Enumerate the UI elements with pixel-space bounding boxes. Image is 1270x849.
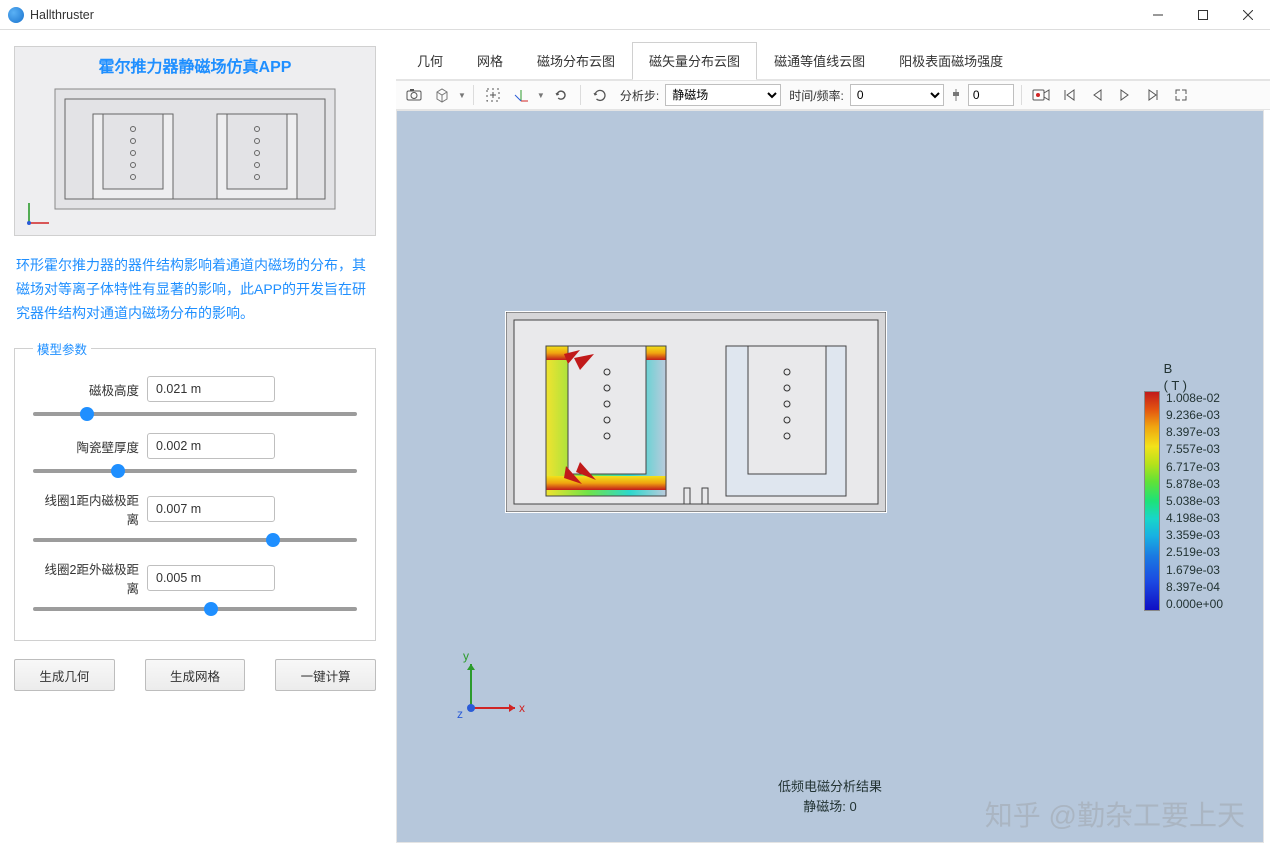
param-input[interactable] bbox=[147, 433, 275, 459]
colorbar bbox=[1144, 391, 1160, 611]
play-icon[interactable] bbox=[1113, 84, 1137, 106]
legend-tick: 9.236e-03 bbox=[1166, 408, 1223, 422]
description-text: 环形霍尔推力器的器件结构影响着通道内磁场的分布，其磁场对等离子体特性有显著的影响… bbox=[16, 254, 374, 325]
param-label: 磁极高度 bbox=[33, 380, 139, 399]
legend-tick: 8.397e-03 bbox=[1166, 425, 1223, 439]
analysis-step-label: 分析步: bbox=[616, 87, 661, 104]
param-slider[interactable] bbox=[33, 607, 357, 611]
axes-triad-icon: x y z bbox=[453, 646, 533, 726]
rotate-axes-icon[interactable] bbox=[509, 84, 533, 106]
params-legend: 模型参数 bbox=[33, 339, 91, 358]
field-plot bbox=[505, 311, 887, 513]
param-label: 陶瓷壁厚度 bbox=[33, 437, 139, 456]
cycle-icon[interactable] bbox=[588, 84, 612, 106]
right-panel: 几何网格磁场分布云图磁矢量分布云图磁通等值线云图阳极表面磁场强度 ▼ ▼ 分析步… bbox=[390, 30, 1270, 849]
param-label: 线圈2距外磁极距离 bbox=[33, 559, 139, 597]
step-first-icon[interactable] bbox=[1057, 84, 1081, 106]
legend-tick: 5.878e-03 bbox=[1166, 477, 1223, 491]
time-freq-select[interactable]: 0 bbox=[850, 84, 944, 106]
viewport-toolbar: ▼ ▼ 分析步: 静磁场 时间/频率: 0 bbox=[396, 80, 1270, 110]
svg-text:z: z bbox=[457, 707, 463, 721]
legend-tick: 1.008e-02 bbox=[1166, 391, 1223, 405]
generate-geometry-button[interactable]: 生成几何 bbox=[14, 659, 115, 691]
generate-mesh-button[interactable]: 生成网格 bbox=[145, 659, 246, 691]
time-freq-label: 时间/频率: bbox=[785, 87, 846, 104]
preview-axes-icon bbox=[23, 199, 53, 229]
fit-view-icon[interactable] bbox=[481, 84, 505, 106]
tab-item[interactable]: 磁矢量分布云图 bbox=[632, 42, 757, 79]
param-input[interactable] bbox=[147, 376, 275, 402]
legend-tick: 6.717e-03 bbox=[1166, 460, 1223, 474]
record-icon[interactable] bbox=[1029, 84, 1053, 106]
model-params-group: 模型参数 磁极高度陶瓷壁厚度线圈1距内磁极距离线圈2距外磁极距离 bbox=[14, 339, 376, 641]
tab-item[interactable]: 磁通等值线云图 bbox=[757, 42, 882, 79]
window-titlebar: Hallthruster bbox=[0, 0, 1270, 30]
window-title: Hallthruster bbox=[30, 8, 94, 22]
param-slider[interactable] bbox=[33, 412, 357, 416]
watermark-text: 知乎 @勤杂工要上天 bbox=[985, 794, 1245, 834]
refresh-icon[interactable] bbox=[549, 84, 573, 106]
camera-icon[interactable] bbox=[402, 84, 426, 106]
tab-item[interactable]: 阳极表面磁场强度 bbox=[882, 42, 1020, 79]
legend-tick: 1.679e-03 bbox=[1166, 563, 1223, 577]
preview-title: 霍尔推力器静磁场仿真APP bbox=[15, 47, 375, 79]
preview-drawing bbox=[45, 79, 345, 219]
legend-tick: 0.000e+00 bbox=[1166, 597, 1223, 611]
app-icon bbox=[8, 7, 24, 23]
geometry-preview: 霍尔推力器静磁场仿真APP bbox=[14, 46, 376, 236]
param-slider[interactable] bbox=[33, 469, 357, 473]
slider-knob-icon[interactable] bbox=[948, 84, 964, 106]
legend-tick: 8.397e-04 bbox=[1166, 580, 1223, 594]
legend-title: B ( T ) bbox=[1164, 361, 1187, 395]
color-legend: 1.008e-02 9.236e-03 8.397e-03 7.557e-03 6.71… bbox=[1144, 391, 1223, 611]
legend-tick: 5.038e-03 bbox=[1166, 494, 1223, 508]
param-slider[interactable] bbox=[33, 538, 357, 542]
step-back-icon[interactable] bbox=[1085, 84, 1109, 106]
step-forward-icon[interactable] bbox=[1141, 84, 1165, 106]
legend-tick: 4.198e-03 bbox=[1166, 511, 1223, 525]
plot-caption: 低频电磁分析结果 静磁场: 0 bbox=[778, 777, 882, 816]
legend-tick: 2.519e-03 bbox=[1166, 545, 1223, 559]
frame-spin[interactable] bbox=[968, 84, 1014, 106]
param-input[interactable] bbox=[147, 496, 275, 522]
window-close-button[interactable] bbox=[1225, 0, 1270, 30]
param-label: 线圈1距内磁极距离 bbox=[33, 490, 139, 528]
tab-item[interactable]: 网格 bbox=[460, 42, 520, 79]
cube-view-icon[interactable] bbox=[430, 84, 454, 106]
svg-text:x: x bbox=[519, 701, 525, 715]
svg-text:y: y bbox=[463, 649, 469, 663]
window-maximize-button[interactable] bbox=[1180, 0, 1225, 30]
left-panel: 霍尔推力器静磁场仿真APP 环形霍尔推力器的器件结构影响着通道内磁场的分布，其磁… bbox=[0, 30, 390, 849]
analysis-step-select[interactable]: 静磁场 bbox=[665, 84, 781, 106]
param-input[interactable] bbox=[147, 565, 275, 591]
legend-tick: 7.557e-03 bbox=[1166, 442, 1223, 456]
viewport-3d[interactable]: x y z 低频电磁分析结果 静磁场: 0 B ( T ) 1.008e-02 9… bbox=[396, 110, 1264, 843]
expand-icon[interactable] bbox=[1169, 84, 1193, 106]
legend-tick: 3.359e-03 bbox=[1166, 528, 1223, 542]
tab-item[interactable]: 几何 bbox=[400, 42, 460, 79]
compute-button[interactable]: 一键计算 bbox=[275, 659, 376, 691]
window-minimize-button[interactable] bbox=[1135, 0, 1180, 30]
tab-bar: 几何网格磁场分布云图磁矢量分布云图磁通等值线云图阳极表面磁场强度 bbox=[396, 42, 1270, 80]
tab-item[interactable]: 磁场分布云图 bbox=[520, 42, 632, 79]
